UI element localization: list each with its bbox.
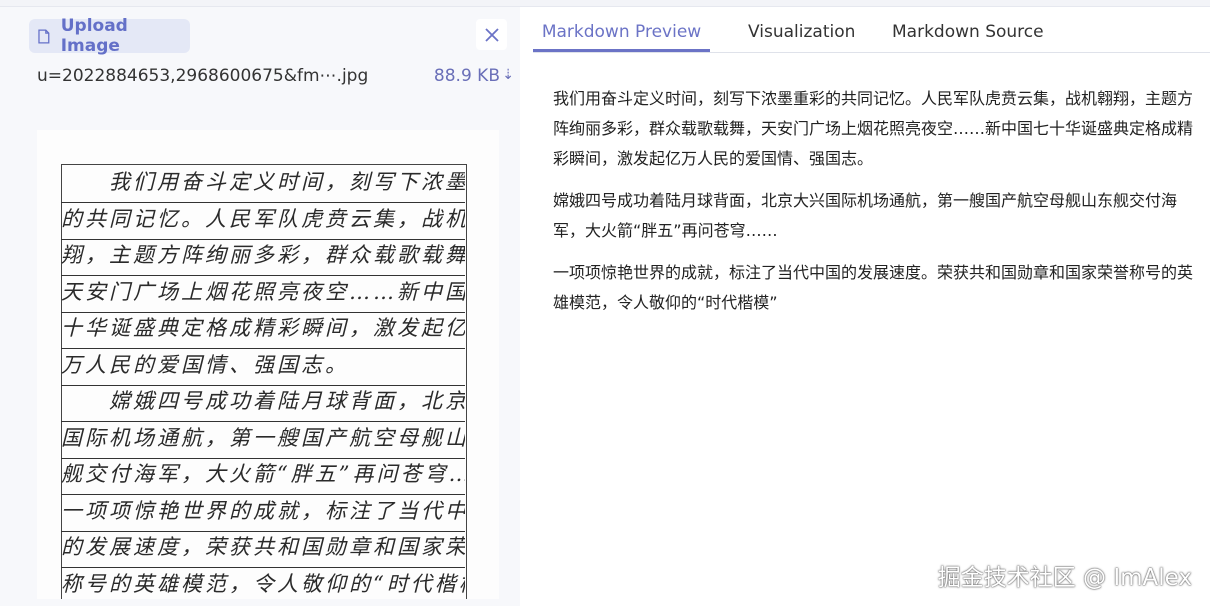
tab-markdown-preview[interactable]: Markdown Preview	[533, 16, 710, 52]
file-info: u=2022884653,2968600675&fm⋯.jpg 88.9 KB …	[37, 66, 514, 90]
close-button[interactable]	[476, 19, 507, 50]
file-name: u=2022884653,2968600675&fm⋯.jpg	[37, 66, 369, 86]
preview-paragraph: 一项项惊艳世界的成就，标注了当代中国的发展速度。荣获共和国勋章和国家荣誉称号的英…	[553, 263, 1194, 312]
file-icon	[38, 29, 50, 43]
handwriting-line: 我们用奋斗定义时间，刻写下浓墨重彩	[61, 166, 465, 203]
handwriting-line: 十华诞盛典定格成精彩瞬间，激发起亿	[61, 312, 465, 349]
close-icon	[484, 27, 499, 42]
file-size: 88.9 KB	[433, 66, 500, 86]
handwriting-line: 舰交付海军，大火箭“胖五”再问苍穹……	[61, 458, 465, 495]
handwriting-line: 的发展速度，荣获共和国勋章和国家荣誉	[61, 531, 465, 568]
handwriting-line: 国际机场通航，第一艘国产航空母舰山东	[61, 422, 465, 459]
markdown-preview-content: 我们用奋斗定义时间，刻写下浓墨重彩的共同记忆。人民军队虎贲云集，战机翱翔，主题方…	[553, 84, 1203, 330]
uploaded-image-preview: 我们用奋斗定义时间，刻写下浓墨重彩的共同记忆。人民军队虎贲云集，战机翱翔，主题方…	[37, 130, 499, 599]
watermark: 掘金技术社区 @ ImAlex	[937, 565, 1192, 591]
handwriting-line: 天安门广场上烟花照亮夜空……新中国七	[61, 276, 465, 313]
tab-visualization[interactable]: Visualization	[748, 16, 855, 51]
download-icon[interactable]: ⇣	[502, 67, 514, 83]
handwriting-line: 万人民的爱国情、强国志。	[61, 349, 465, 386]
upload-image-label: Upload Image	[60, 16, 128, 56]
handwriting-line: 翔，主题方阵绚丽多彩，群众载歌载舞，	[61, 239, 465, 276]
handwriting-line: 称号的英雄模范，令人敬仰的“时代楷模”	[61, 568, 465, 600]
handwriting-line: 嫦娥四号成功着陆月球背面，北京大兴	[61, 385, 465, 422]
preview-paragraph: 我们用奋斗定义时间，刻写下浓墨重彩的共同记忆。人民军队虎贲云集，战机翱翔，主题方…	[553, 89, 1194, 168]
preview-paragraph: 嫦娥四号成功着陆月球背面，北京大兴国际机场通航，第一艘国产航空母舰山东舰交付海军…	[553, 191, 1178, 240]
handwriting-line: 一项项惊艳世界的成就，标注了当代中国	[61, 495, 465, 532]
tab-bar: Markdown Preview Visualization Markdown …	[533, 16, 1210, 53]
handwriting-line: 的共同记忆。人民军队虎贲云集，战机翱	[61, 203, 465, 240]
upload-image-button[interactable]: Upload Image	[29, 16, 190, 56]
tab-markdown-source[interactable]: Markdown Source	[892, 16, 1044, 51]
top-border	[0, 0, 1210, 7]
